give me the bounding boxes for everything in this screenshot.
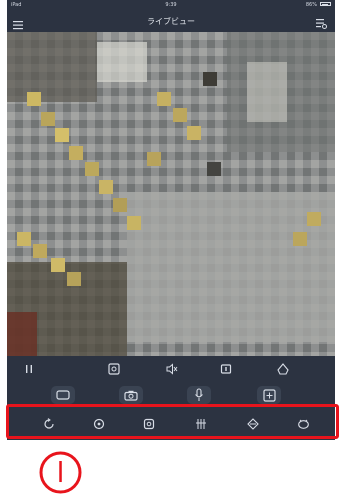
live-video-feed[interactable] [7,32,335,356]
camera-icon[interactable] [119,386,143,404]
camera-image [7,32,335,356]
header: ライブビュー [7,10,335,32]
annotation-marker: l [38,450,83,495]
status-time: 9:39 [165,2,177,8]
highlight-box [6,404,339,439]
status-bar: iPad 9:39 86% [7,0,335,10]
status-battery-text: 86% [305,2,317,8]
page-title: ライブビュー [147,17,195,26]
stream-quality-icon[interactable] [219,362,233,376]
app-window: iPad 9:39 86% ライブビュー [7,0,335,440]
annotation-marker-label: l [57,456,65,489]
zoom-box-icon[interactable] [257,386,281,404]
pause-icon[interactable] [23,363,35,375]
video-record-icon[interactable] [51,386,75,404]
mute-icon[interactable] [165,362,179,376]
playback-controls [7,358,335,380]
fullscreen-icon[interactable] [275,361,291,377]
settings-icon[interactable] [315,14,327,29]
battery-icon [320,2,331,6]
screenshot-icon[interactable] [107,362,121,376]
microphone-icon[interactable] [187,386,211,404]
